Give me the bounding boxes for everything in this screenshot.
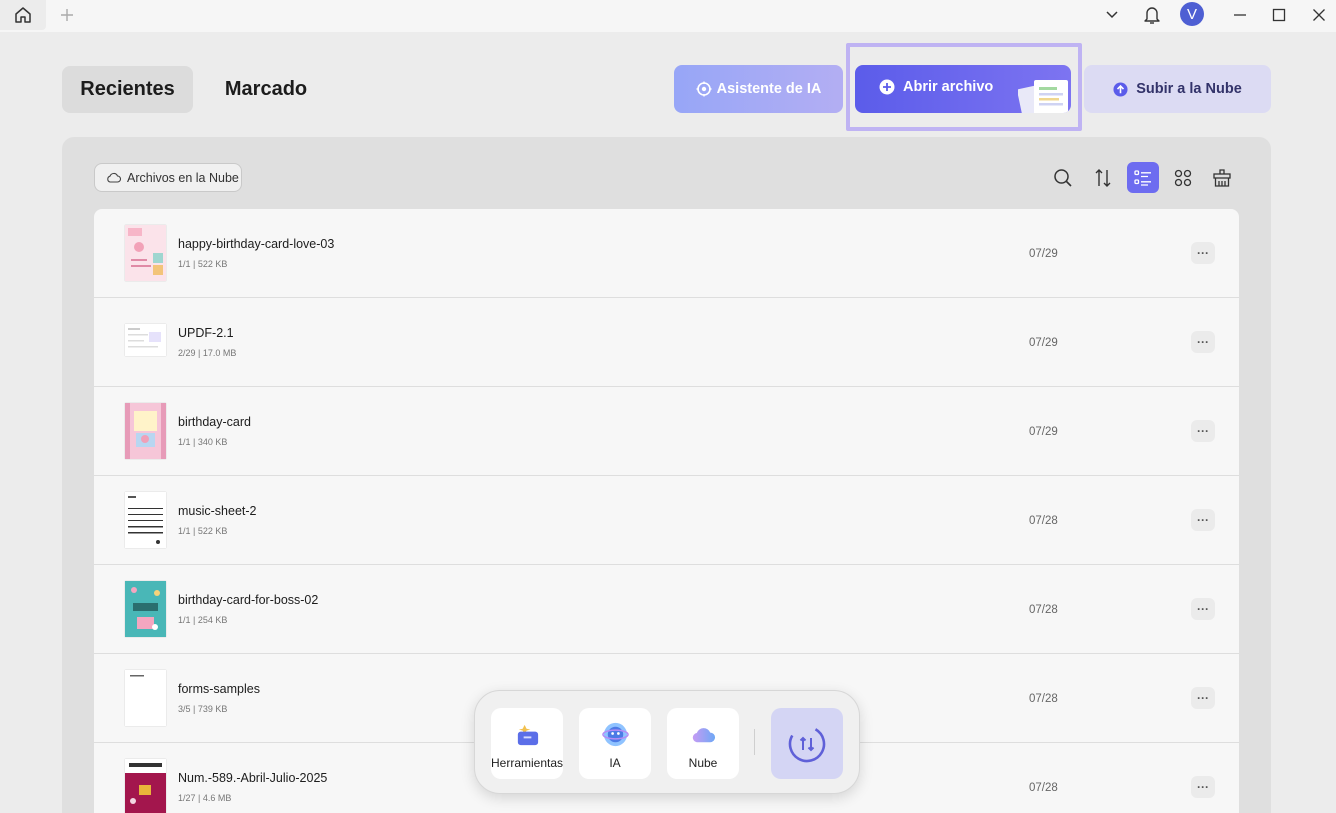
file-date: 07/29: [1029, 248, 1058, 260]
file-date: 07/29: [1029, 426, 1058, 438]
plus-circle-icon: [879, 79, 895, 95]
more-options-button[interactable]: ···: [1191, 331, 1215, 353]
ai-assistant-button[interactable]: Asistente de IA: [674, 65, 843, 113]
file-row[interactable]: UPDF-2.1 2/29 | 17.0 MB 07/29 ···: [94, 298, 1239, 387]
sort-button[interactable]: [1087, 162, 1119, 193]
bottom-dock: Herramientas IA Nube: [474, 690, 860, 794]
file-name: forms-samples: [178, 682, 260, 696]
file-meta: 2/29 | 17.0 MB: [178, 348, 237, 358]
dock-cloud-button[interactable]: Nube: [667, 708, 739, 779]
minimize-icon: [1234, 14, 1246, 16]
file-row[interactable]: birthday-card-for-boss-02 1/1 | 254 KB 0…: [94, 565, 1239, 654]
file-meta: 1/1 | 340 KB: [178, 437, 228, 447]
maximize-button[interactable]: [1265, 2, 1293, 28]
file-thumbnail: [125, 670, 166, 726]
close-button[interactable]: [1305, 2, 1333, 28]
close-icon: [1313, 9, 1325, 21]
dropdown-button[interactable]: [1098, 2, 1126, 28]
documents-illustration-icon: [1018, 80, 1068, 113]
open-file-button[interactable]: Abrir archivo: [855, 65, 1071, 113]
file-row[interactable]: birthday-card 1/1 | 340 KB 07/29 ···: [94, 387, 1239, 476]
file-name: music-sheet-2: [178, 504, 257, 518]
minimize-button[interactable]: [1226, 2, 1254, 28]
file-date: 07/28: [1029, 604, 1058, 616]
bell-icon: [1144, 7, 1160, 24]
file-date: 07/29: [1029, 337, 1058, 349]
file-date: 07/28: [1029, 515, 1058, 527]
dock-convert-button[interactable]: [771, 708, 843, 779]
sort-icon: [1095, 168, 1111, 187]
list-view-button[interactable]: [1127, 162, 1159, 193]
file-date: 07/28: [1029, 693, 1058, 705]
dock-tools-label: Herramientas: [491, 756, 564, 770]
search-button[interactable]: [1047, 162, 1079, 193]
plus-icon: [61, 9, 73, 21]
ai-assistant-icon: [696, 81, 712, 97]
file-name: happy-birthday-card-love-03: [178, 237, 335, 251]
ai-assistant-label: Asistente de IA: [716, 81, 822, 97]
clear-recent-button[interactable]: [1206, 162, 1238, 193]
tab-recientes[interactable]: Recientes: [62, 66, 193, 113]
grid-view-icon: [1174, 169, 1192, 186]
upload-icon: [1113, 81, 1128, 97]
file-name: Num.-589.-Abril-Julio-2025: [178, 771, 328, 785]
toolbox-icon: [517, 724, 539, 746]
file-meta: 1/1 | 522 KB: [178, 259, 228, 269]
more-options-button[interactable]: ···: [1191, 242, 1215, 264]
home-tab[interactable]: [0, 0, 46, 30]
file-meta: 1/1 | 522 KB: [178, 526, 228, 536]
new-tab-button[interactable]: [56, 4, 78, 26]
file-meta: 1/27 | 4.6 MB: [178, 793, 232, 803]
more-options-button[interactable]: ···: [1191, 509, 1215, 531]
home-icon: [15, 7, 31, 23]
file-meta: 1/1 | 254 KB: [178, 615, 228, 625]
dock-tools-button[interactable]: Herramientas: [491, 708, 563, 779]
more-options-button[interactable]: ···: [1191, 420, 1215, 442]
dock-ai-button[interactable]: IA: [579, 708, 651, 779]
cloud-icon: [107, 172, 121, 183]
more-options-button[interactable]: ···: [1191, 598, 1215, 620]
cloud-colored-icon: [692, 728, 716, 743]
cleanup-basket-icon: [1213, 168, 1231, 187]
file-thumbnail: [125, 225, 166, 281]
file-meta: 3/5 | 739 KB: [178, 704, 228, 714]
grid-view-button[interactable]: [1167, 162, 1199, 193]
dock-divider: [754, 729, 755, 755]
more-options-button[interactable]: ···: [1191, 687, 1215, 709]
file-thumbnail: [125, 759, 166, 813]
cloud-files-label: Archivos en la Nube: [127, 170, 239, 185]
file-row[interactable]: music-sheet-2 1/1 | 522 KB 07/28 ···: [94, 476, 1239, 565]
chevron-down-icon: [1106, 11, 1118, 19]
maximize-icon: [1272, 8, 1286, 22]
notifications-button[interactable]: [1138, 2, 1166, 28]
tab-marcado[interactable]: Marcado: [205, 66, 327, 113]
file-name: birthday-card-for-boss-02: [178, 593, 319, 607]
dock-cloud-label: Nube: [688, 756, 718, 770]
file-row[interactable]: happy-birthday-card-love-03 1/1 | 522 KB…: [94, 209, 1239, 298]
file-thumbnail: [125, 581, 166, 637]
open-file-label: Abrir archivo: [903, 79, 994, 95]
cloud-files-filter[interactable]: Archivos en la Nube: [94, 163, 242, 192]
file-date: 07/28: [1029, 782, 1058, 794]
file-name: UPDF-2.1: [178, 326, 234, 340]
search-icon: [1054, 168, 1072, 187]
avatar[interactable]: V: [1180, 2, 1204, 26]
dock-ai-label: IA: [609, 756, 621, 770]
upload-cloud-label: Subir a la Nube: [1136, 81, 1242, 97]
file-name: birthday-card: [178, 415, 251, 429]
upload-cloud-button[interactable]: Subir a la Nube: [1084, 65, 1271, 113]
ai-orb-icon: [602, 722, 629, 747]
file-thumbnail: [125, 403, 166, 459]
file-thumbnail: [125, 492, 166, 548]
list-view-icon: [1134, 169, 1151, 186]
more-options-button[interactable]: ···: [1191, 776, 1215, 798]
convert-sort-icon: [788, 725, 826, 762]
title-bar: V: [0, 0, 1336, 32]
file-thumbnail: [125, 324, 166, 356]
